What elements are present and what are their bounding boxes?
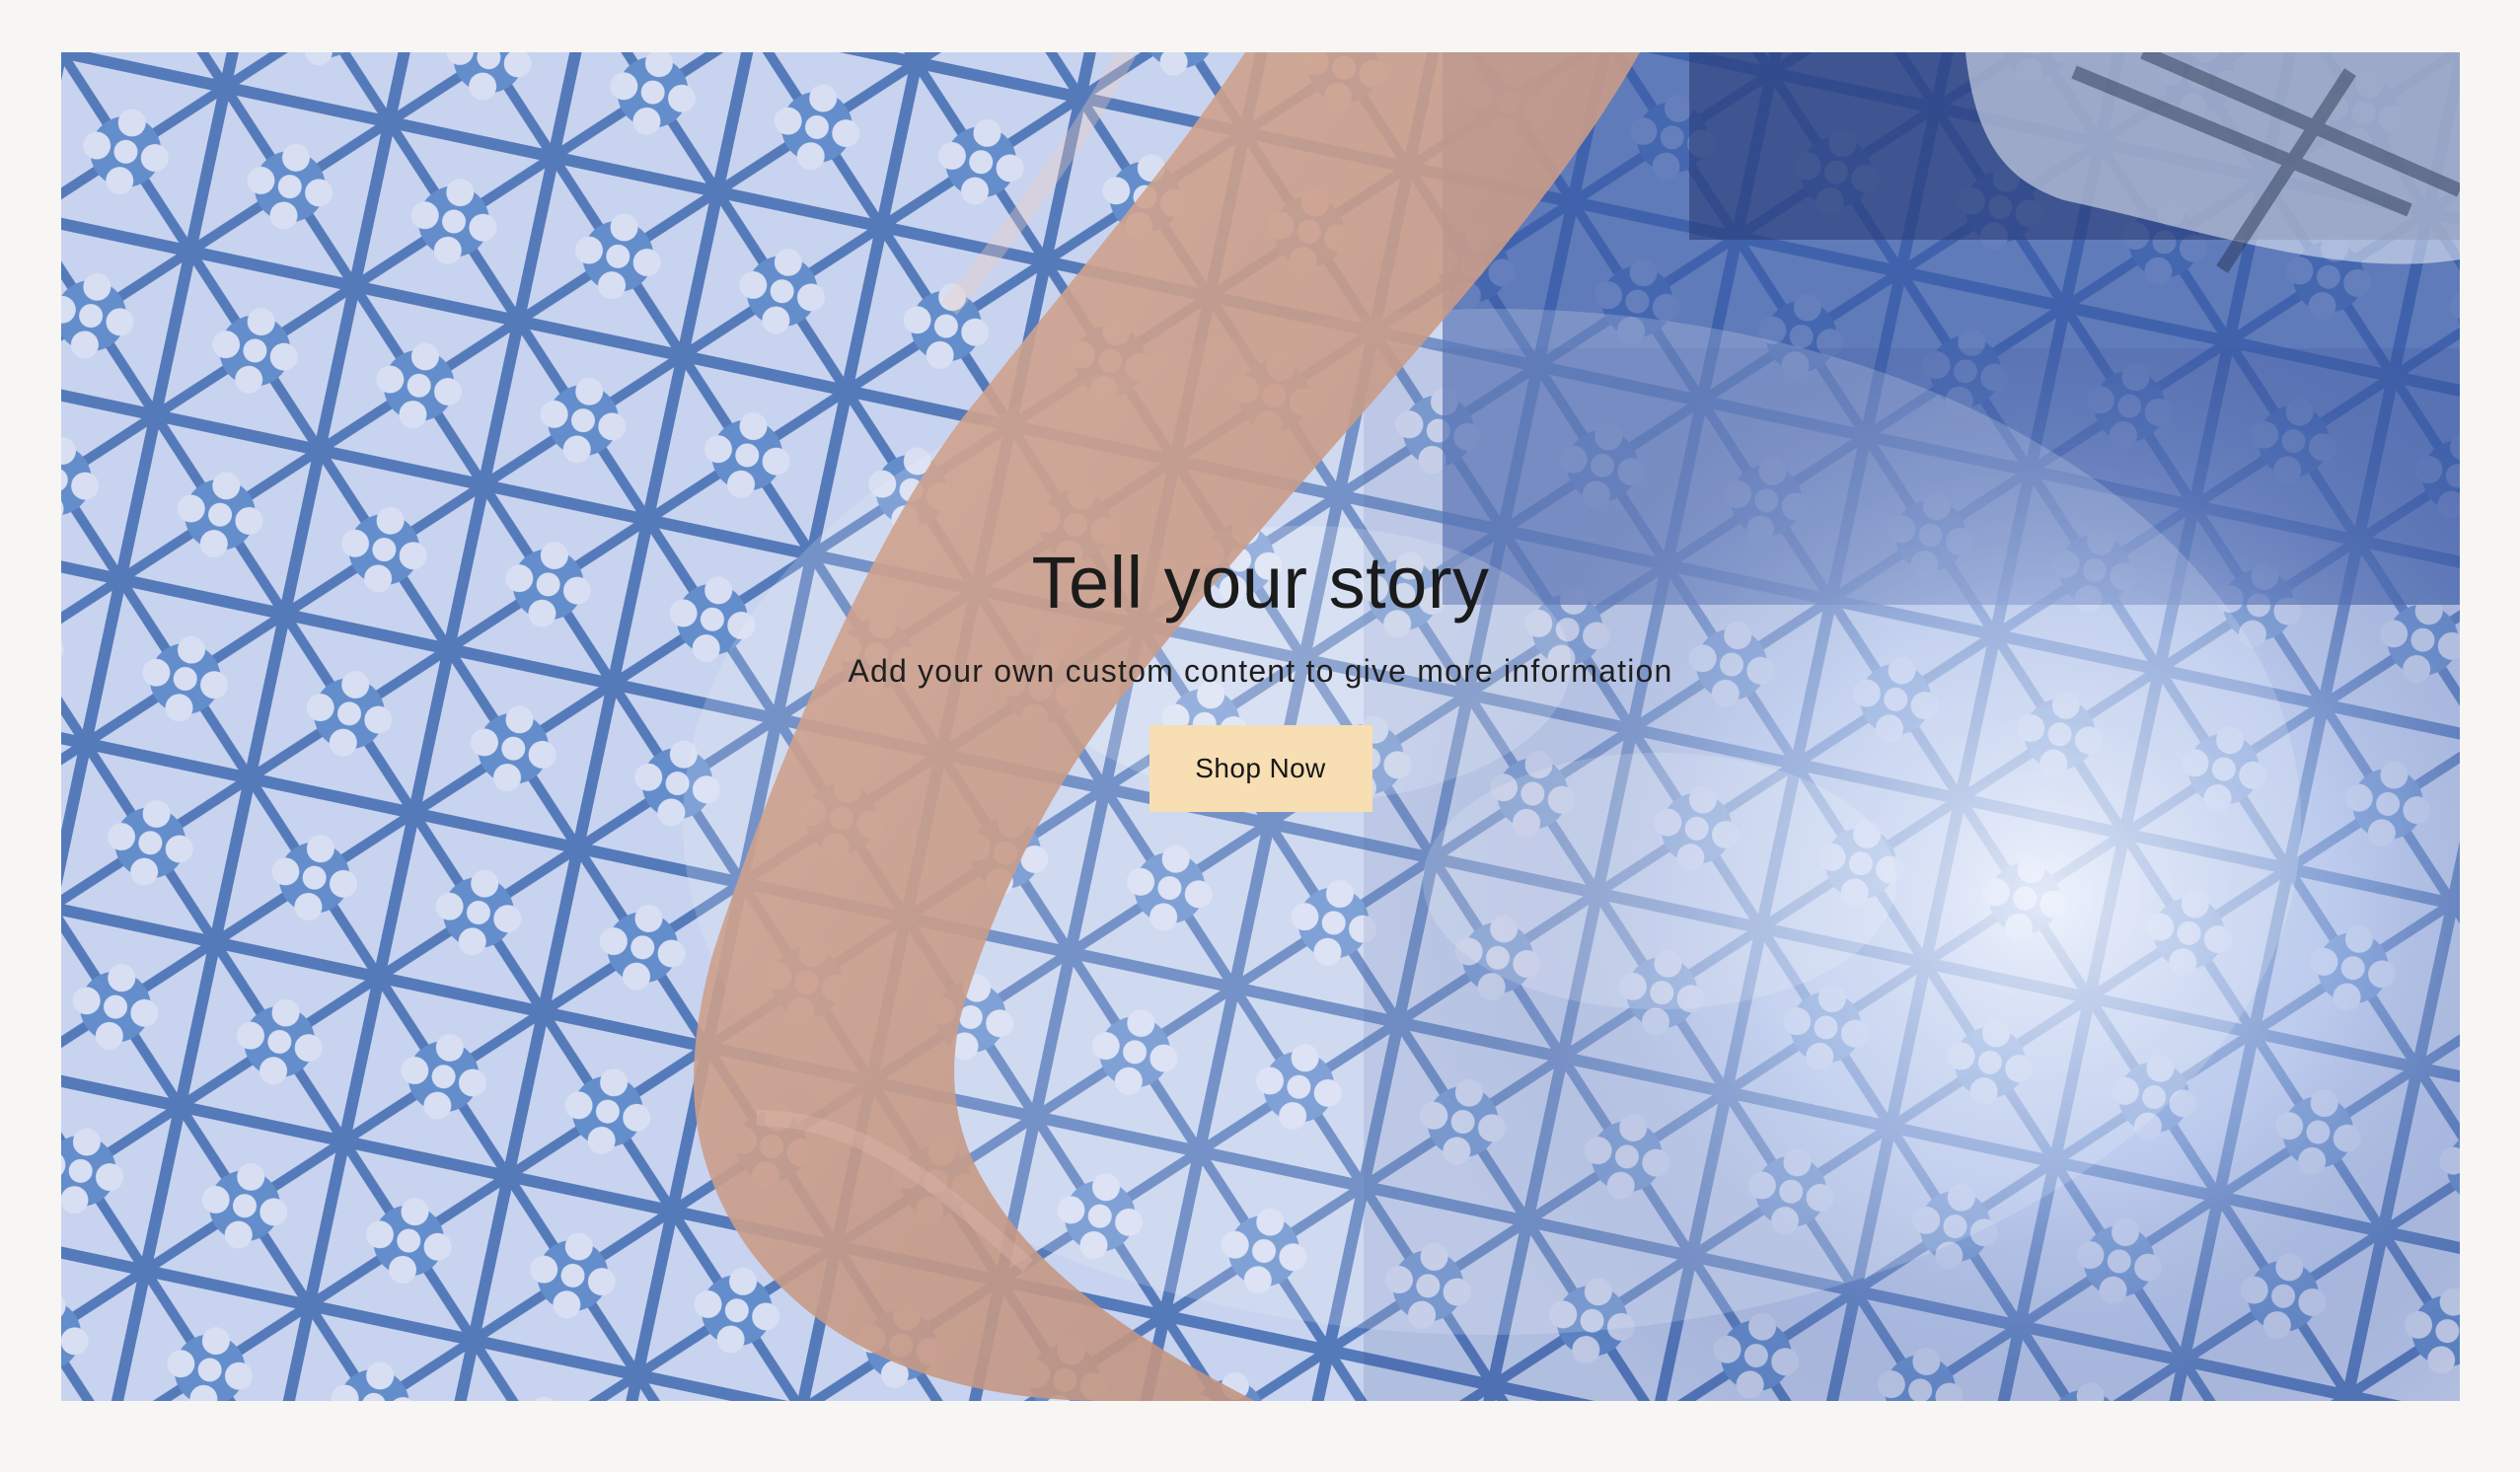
hero-title: Tell your story	[1031, 542, 1490, 625]
hero-content: Tell your story Add your own custom cont…	[61, 52, 2460, 1352]
hero-banner: Tell your story Add your own custom cont…	[61, 52, 2460, 1401]
page: Tell your story Add your own custom cont…	[0, 0, 2520, 1472]
hero-subtitle: Add your own custom content to give more…	[848, 652, 1673, 689]
shop-now-button[interactable]: Shop Now	[1149, 724, 1372, 812]
